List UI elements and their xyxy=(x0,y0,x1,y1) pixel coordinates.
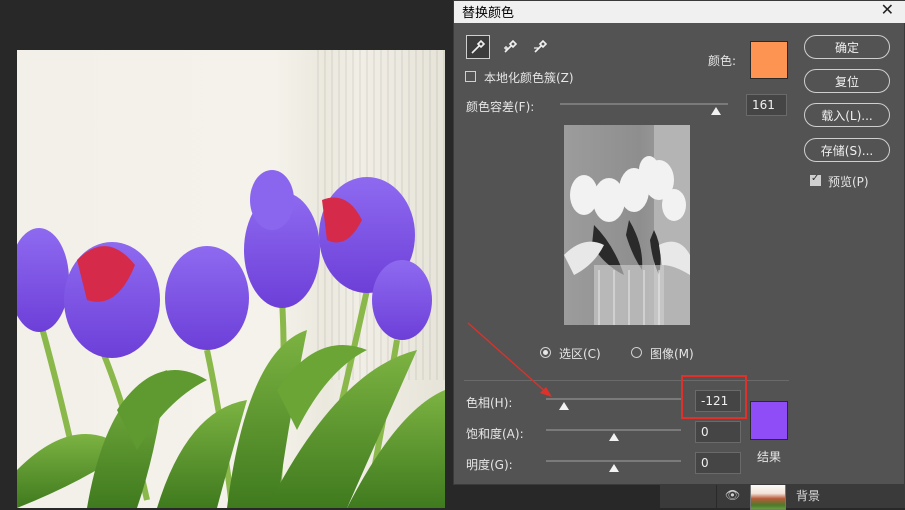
preview-label: 预览(P) xyxy=(828,175,869,189)
saturation-slider[interactable] xyxy=(546,429,681,431)
selection-preview xyxy=(564,125,690,325)
hue-slider-thumb[interactable] xyxy=(558,402,569,410)
image-radio[interactable] xyxy=(631,347,642,358)
result-label: 结果 xyxy=(757,450,782,464)
eyedropper-minus-icon[interactable] xyxy=(528,35,552,59)
ok-button[interactable]: 确定 xyxy=(804,35,890,59)
color-swatch[interactable] xyxy=(750,41,788,79)
color-label: 颜色: xyxy=(708,54,737,68)
localized-clusters-label: 本地化颜色簇(Z) xyxy=(484,71,574,85)
saturation-input[interactable]: 0 xyxy=(695,421,741,443)
layer-thumbnail[interactable] xyxy=(750,482,786,510)
dialog-titlebar[interactable]: 替换颜色 ✕ xyxy=(454,0,905,23)
fuzziness-input[interactable]: 161 xyxy=(746,94,787,116)
lightness-slider[interactable] xyxy=(546,460,681,462)
lightness-slider-thumb[interactable] xyxy=(608,464,619,472)
saturation-label: 饱和度(A): xyxy=(466,427,524,441)
preview-checkbox[interactable] xyxy=(810,173,821,186)
hue-slider[interactable] xyxy=(546,398,681,400)
close-icon[interactable]: ✕ xyxy=(881,0,894,19)
lightness-label: 明度(G): xyxy=(466,458,513,472)
document-canvas[interactable] xyxy=(0,0,455,508)
replace-color-dialog: 替换颜色 ✕ 本地化颜色簇(Z) 颜色: 颜色容差(F): 161 选区(C) … xyxy=(453,0,905,485)
saturation-slider-thumb[interactable] xyxy=(608,433,619,441)
preview-mask-illustration xyxy=(564,125,690,325)
load-button[interactable]: 载入(L)... xyxy=(804,103,890,127)
fuzziness-slider[interactable] xyxy=(560,103,728,105)
selection-radio-label: 选区(C) xyxy=(559,347,601,361)
result-swatch[interactable] xyxy=(750,401,788,440)
eye-icon[interactable]: 👁 xyxy=(725,488,740,502)
tulip-photo xyxy=(17,50,445,508)
lightness-input[interactable]: 0 xyxy=(695,452,741,474)
fuzziness-slider-thumb[interactable] xyxy=(711,107,722,115)
dialog-title: 替换颜色 xyxy=(462,6,515,21)
hue-label: 色相(H): xyxy=(466,396,513,410)
reset-button[interactable]: 复位 xyxy=(804,69,890,93)
selection-radio[interactable] xyxy=(540,347,551,358)
fuzziness-label: 颜色容差(F): xyxy=(466,100,535,114)
hue-highlight-box xyxy=(681,375,747,419)
localized-clusters-checkbox[interactable] xyxy=(465,71,476,82)
image-radio-label: 图像(M) xyxy=(650,347,694,361)
tulip-illustration xyxy=(17,170,445,508)
eyedropper-plus-icon[interactable] xyxy=(498,35,522,59)
save-button[interactable]: 存储(S)... xyxy=(804,138,890,162)
eyedropper-icon[interactable] xyxy=(466,35,490,59)
layer-name-background[interactable]: 背景 xyxy=(796,487,820,504)
